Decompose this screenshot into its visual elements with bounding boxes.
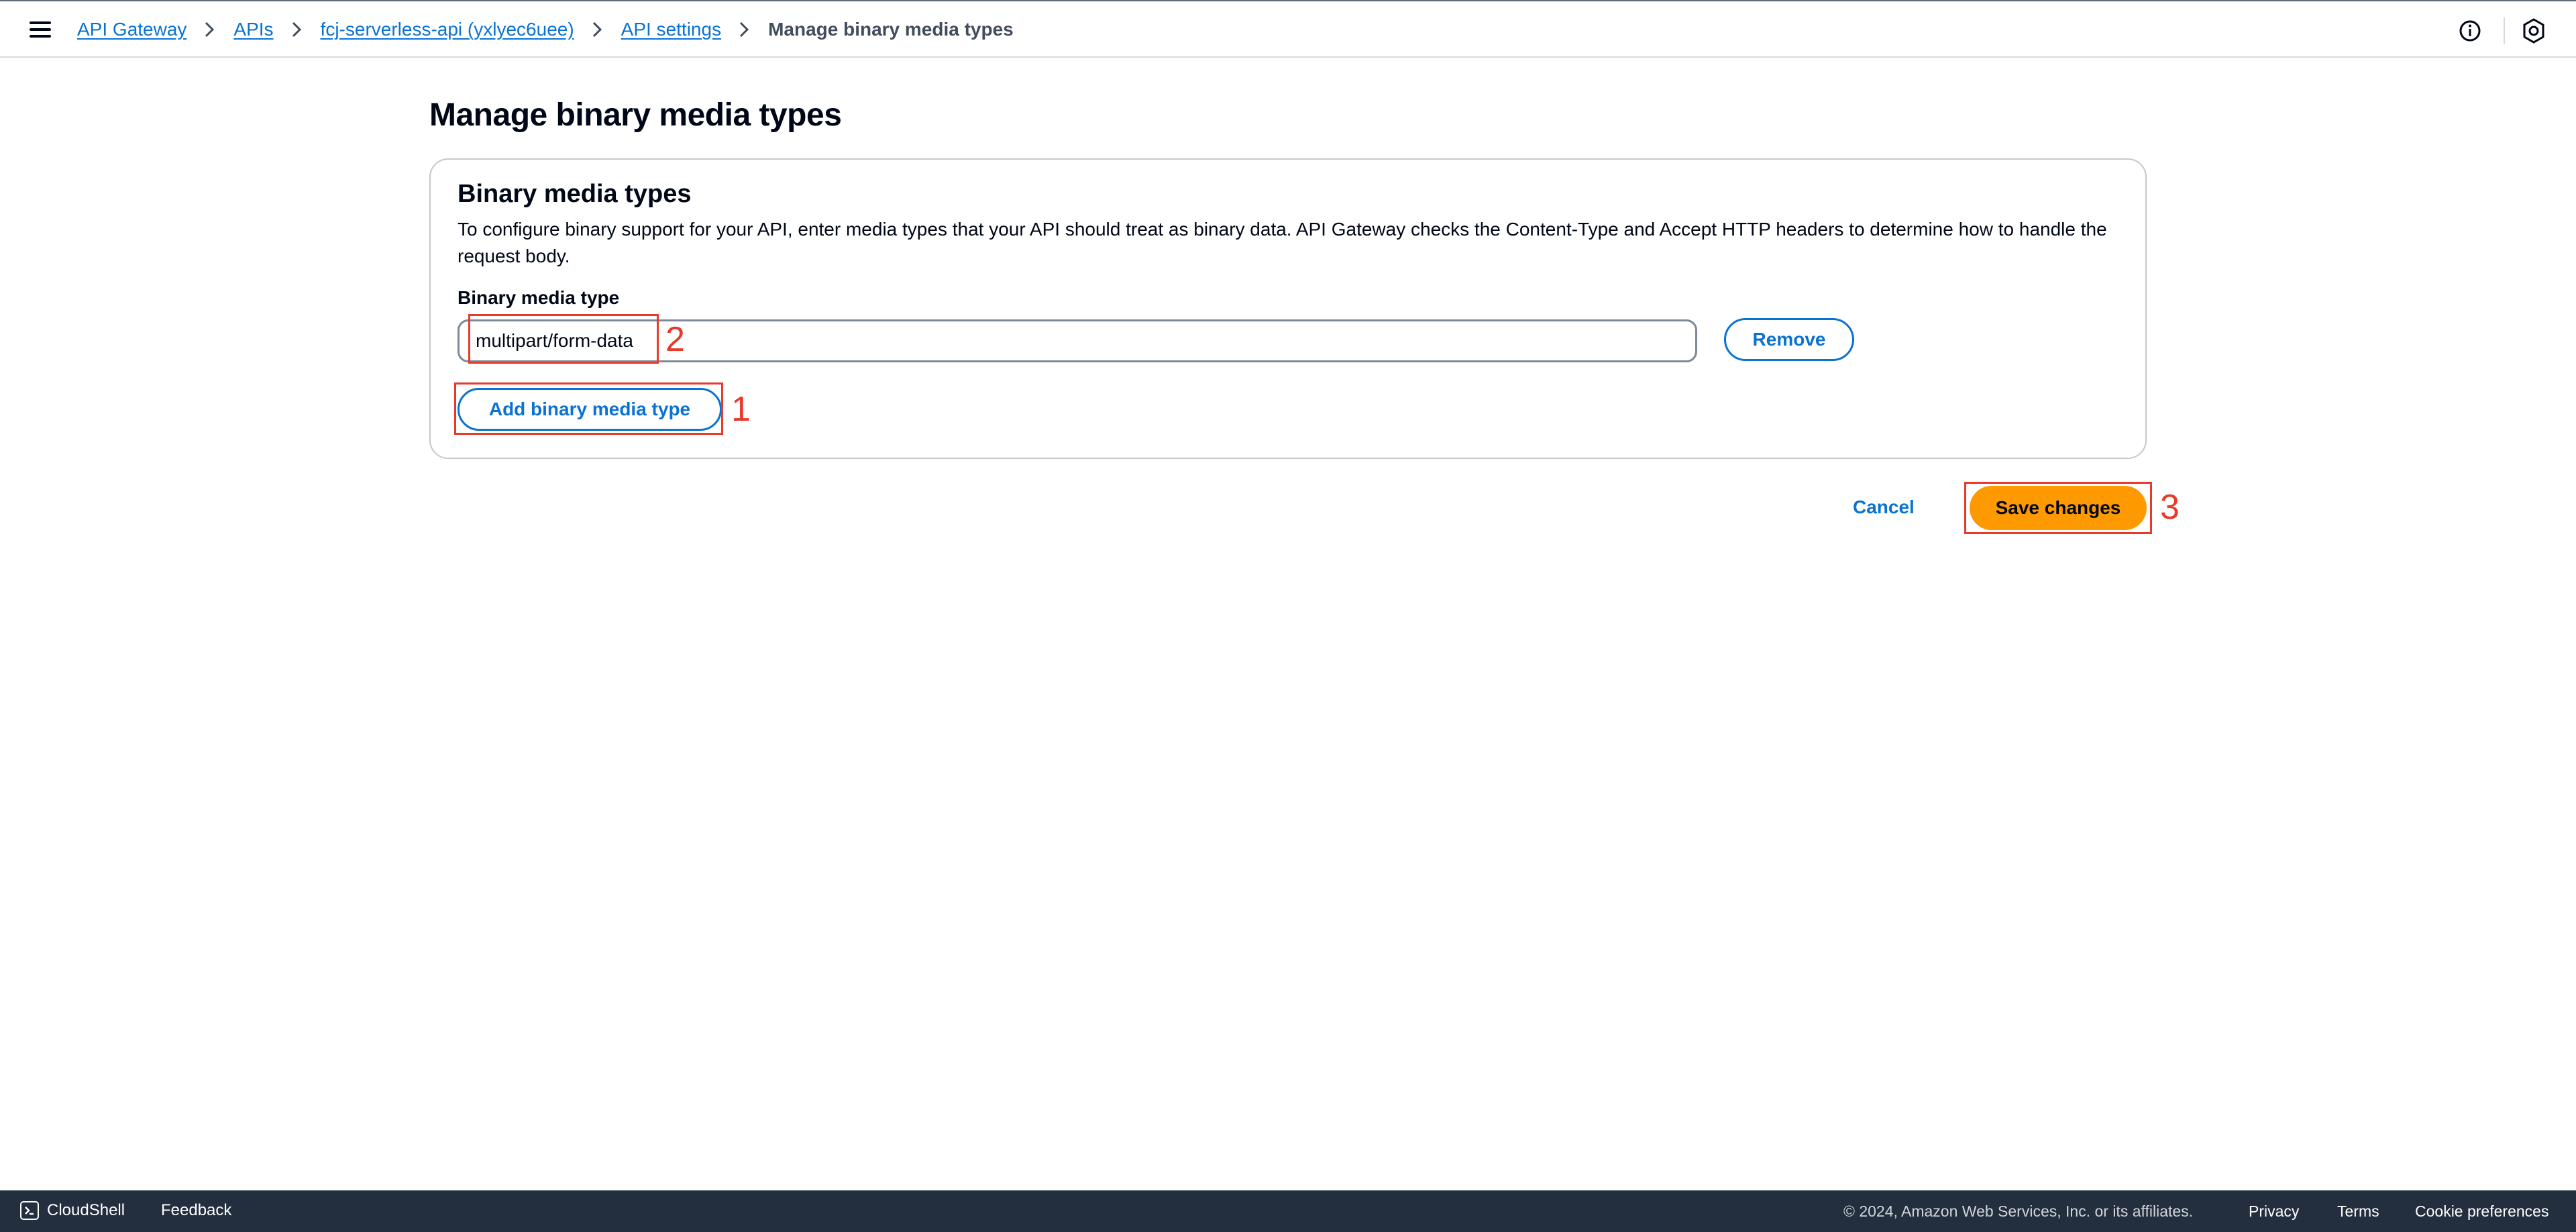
divider xyxy=(2504,17,2505,44)
privacy-link[interactable]: Privacy xyxy=(2249,1202,2299,1221)
breadcrumb-link-apis[interactable]: APIs xyxy=(233,19,273,40)
cookie-preferences-link[interactable]: Cookie preferences xyxy=(2415,1202,2548,1221)
cancel-button[interactable]: Cancel xyxy=(1853,494,1915,521)
chevron-right-icon xyxy=(274,15,321,44)
add-binary-media-type-button[interactable]: Add binary media type xyxy=(458,388,722,431)
binary-media-types-container: Binary media types To configure binary s… xyxy=(429,158,2147,459)
chevron-right-icon xyxy=(574,15,621,44)
hamburger-menu-icon[interactable] xyxy=(30,20,51,39)
container-description: To configure binary support for your API… xyxy=(458,219,2107,266)
annotation-number-3: 3 xyxy=(2160,488,2180,527)
page-title: Manage binary media types xyxy=(429,97,842,133)
chevron-right-icon xyxy=(721,15,768,44)
settings-icon[interactable] xyxy=(2521,17,2546,44)
cloudshell-label: CloudShell xyxy=(47,1201,125,1219)
copyright-text: © 2024, Amazon Web Services, Inc. or its… xyxy=(1843,1202,2194,1220)
footer: CloudShell Feedback © 2024, Amazon Web S… xyxy=(0,1190,2576,1232)
save-changes-button[interactable]: Save changes xyxy=(1970,486,2147,530)
cloudshell-icon xyxy=(20,1201,39,1220)
breadcrumb-link-api-name[interactable]: fcj-serverless-api (yxlyec6uee) xyxy=(321,19,574,40)
container-title: Binary media types xyxy=(458,180,692,208)
feedback-link[interactable]: Feedback xyxy=(161,1201,231,1220)
binary-media-type-input[interactable] xyxy=(458,319,1697,362)
binary-media-type-label: Binary media type xyxy=(458,287,620,308)
terms-link[interactable]: Terms xyxy=(2337,1202,2379,1221)
chevron-right-icon xyxy=(186,15,233,44)
remove-button[interactable]: Remove xyxy=(1724,318,1854,361)
breadcrumb-current: Manage binary media types xyxy=(768,19,1014,40)
top-navigation-bar: API Gateway APIs fcj-serverless-api (yxl… xyxy=(0,0,2576,58)
info-icon[interactable] xyxy=(2458,19,2482,43)
cloudshell-button[interactable]: CloudShell xyxy=(20,1201,125,1220)
breadcrumb: API Gateway APIs fcj-serverless-api (yxl… xyxy=(77,15,1014,44)
breadcrumb-link-api-gateway[interactable]: API Gateway xyxy=(77,19,186,40)
breadcrumb-link-api-settings[interactable]: API settings xyxy=(621,19,721,40)
